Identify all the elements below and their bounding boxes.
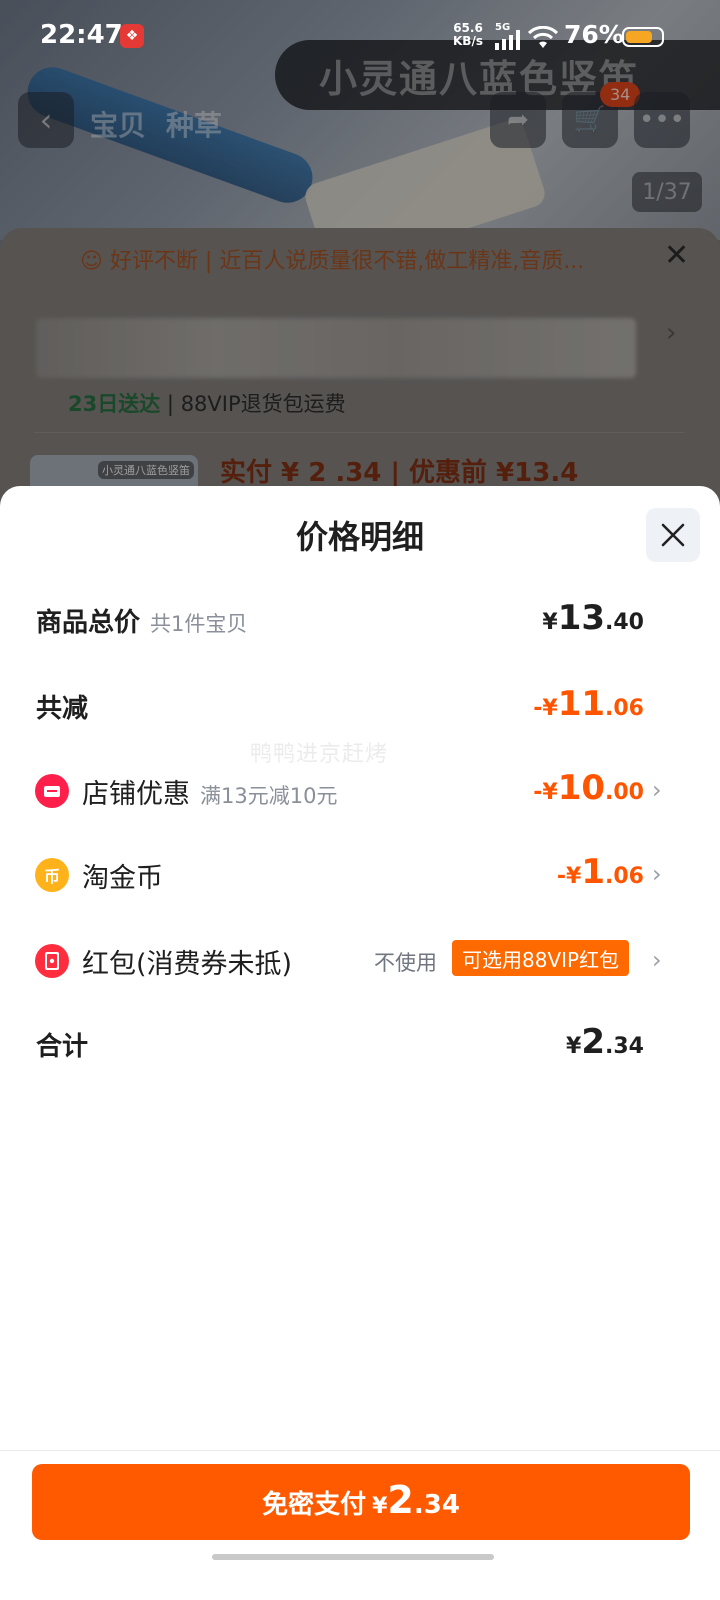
row-shop-discount[interactable]: 店铺优惠 满13元减10元 -¥10.00 › bbox=[0, 760, 720, 820]
status-bar: 22:47 ❖ 65.6 KB/s 5G 76% bbox=[0, 0, 720, 76]
home-indicator[interactable] bbox=[212, 1554, 494, 1560]
discount-label: 共减 bbox=[36, 694, 89, 724]
item-count: 共1件宝贝 bbox=[150, 612, 248, 636]
clock: 22:47 bbox=[40, 20, 123, 50]
red-packet-icon bbox=[35, 944, 69, 978]
shop-icon bbox=[35, 774, 69, 808]
taojinbi-label: 淘金币 bbox=[82, 863, 163, 894]
red-packet-status: 不使用 bbox=[374, 951, 437, 975]
footer-divider bbox=[0, 1450, 720, 1451]
chevron-right-icon: › bbox=[652, 860, 662, 888]
battery-icon bbox=[622, 27, 664, 47]
shop-discount-label: 店铺优惠 满13元减10元 bbox=[82, 779, 338, 810]
wifi-icon bbox=[528, 26, 558, 48]
password-free-pay-button[interactable]: 免密支付 ¥ 2 .34 bbox=[32, 1464, 690, 1540]
network-speed: 65.6 KB/s bbox=[453, 21, 483, 48]
vip-red-packet-badge[interactable]: 可选用88VIP红包 bbox=[452, 940, 630, 976]
row-taojinbi[interactable]: 币 淘金币 -¥1.06 › bbox=[0, 844, 720, 904]
battery-percent: 76% bbox=[564, 20, 624, 49]
coin-icon: 币 bbox=[35, 858, 69, 892]
sum-amount: ¥2.34 bbox=[566, 1022, 644, 1062]
shop-discount-amount: -¥10.00 bbox=[533, 768, 644, 808]
row-goods-total: 商品总价 共1件宝贝 ¥13.40 bbox=[0, 590, 720, 650]
overlay-scrim[interactable] bbox=[0, 0, 720, 520]
discount-amount: -¥11.06 bbox=[533, 684, 644, 724]
close-icon bbox=[661, 523, 685, 547]
signal-icon bbox=[495, 30, 520, 50]
red-packet-label: 红包(消费券未抵) bbox=[82, 949, 293, 980]
goods-total-amount: ¥13.40 bbox=[542, 598, 644, 638]
row-total-discount: 共减 -¥11.06 bbox=[0, 676, 720, 736]
row-sum: 合计 ¥2.34 bbox=[0, 1014, 720, 1074]
price-detail-sheet: 价格明细 鸭鸭进京赶烤 商品总价 共1件宝贝 ¥13.40 共减 -¥11.06 … bbox=[0, 486, 720, 1600]
taojinbi-amount: -¥1.06 bbox=[556, 852, 644, 892]
sheet-title: 价格明细 bbox=[295, 518, 424, 556]
chevron-right-icon: › bbox=[652, 776, 662, 804]
close-button[interactable] bbox=[646, 508, 700, 562]
goods-total-label: 商品总价 共1件宝贝 bbox=[36, 608, 248, 638]
row-red-packet[interactable]: 红包(消费券未抵) 不使用 可选用88VIP红包 › bbox=[0, 930, 720, 990]
app-notification-icon: ❖ bbox=[120, 24, 144, 48]
chevron-right-icon: › bbox=[652, 946, 662, 974]
shop-discount-rule: 满13元减10元 bbox=[200, 784, 338, 808]
sum-label: 合计 bbox=[36, 1032, 89, 1062]
